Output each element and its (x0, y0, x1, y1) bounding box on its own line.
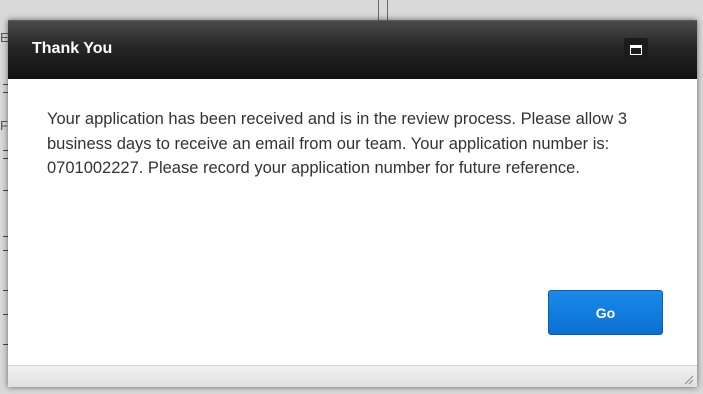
dialog-titlebar[interactable]: Thank You (8, 20, 697, 79)
resize-grip-icon[interactable] (682, 372, 694, 385)
background-text-fragment: F (0, 118, 8, 133)
maximize-icon (630, 45, 642, 55)
dialog-message: Your application has been received and i… (47, 110, 627, 177)
go-button[interactable]: Go (548, 290, 663, 335)
dialog-footer (8, 365, 697, 387)
dialog-title: Thank You (32, 40, 113, 57)
maximize-button[interactable] (624, 38, 648, 62)
thank-you-dialog: Thank You Your application has been rece… (8, 20, 697, 387)
